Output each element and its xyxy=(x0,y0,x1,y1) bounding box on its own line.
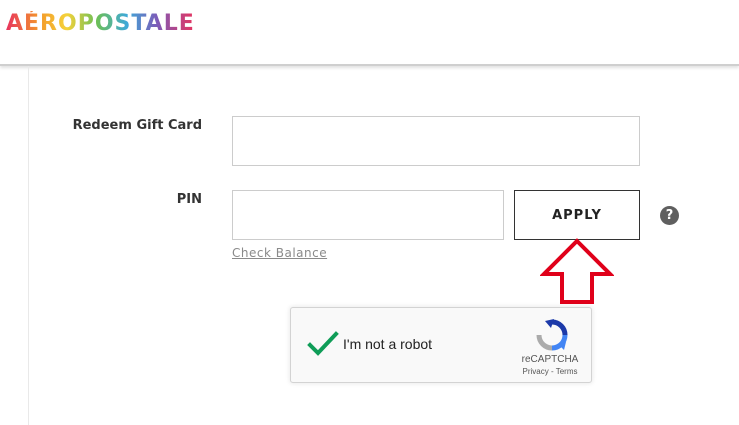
recaptcha-links-separator: - xyxy=(548,367,556,376)
recaptcha-privacy-link[interactable]: Privacy xyxy=(523,367,549,376)
gift-card-number-input[interactable] xyxy=(232,116,640,166)
pin-label: PIN xyxy=(176,192,202,207)
apply-button[interactable]: APPLY xyxy=(514,190,640,240)
site-header: AÉROPOSTALE xyxy=(0,0,739,66)
recaptcha-checkmark-icon[interactable] xyxy=(307,330,339,358)
pin-input[interactable] xyxy=(232,190,504,240)
recaptcha-widget: I'm not a robot reCAPTCHA Privacy - Term… xyxy=(290,307,592,383)
help-icon[interactable]: ? xyxy=(660,206,679,225)
up-arrow-icon xyxy=(540,238,614,304)
recaptcha-label: I'm not a robot xyxy=(343,336,433,352)
recaptcha-brand: reCAPTCHA xyxy=(521,354,579,365)
content-divider xyxy=(28,66,29,425)
check-balance-link[interactable]: Check Balance xyxy=(232,246,327,260)
recaptcha-links: Privacy - Terms xyxy=(513,367,587,376)
gift-card-label: Redeem Gift Card xyxy=(72,118,202,133)
recaptcha-logo-icon xyxy=(536,319,568,351)
recaptcha-terms-link[interactable]: Terms xyxy=(556,367,578,376)
aeropostale-logo[interactable]: AÉROPOSTALE xyxy=(6,11,195,36)
